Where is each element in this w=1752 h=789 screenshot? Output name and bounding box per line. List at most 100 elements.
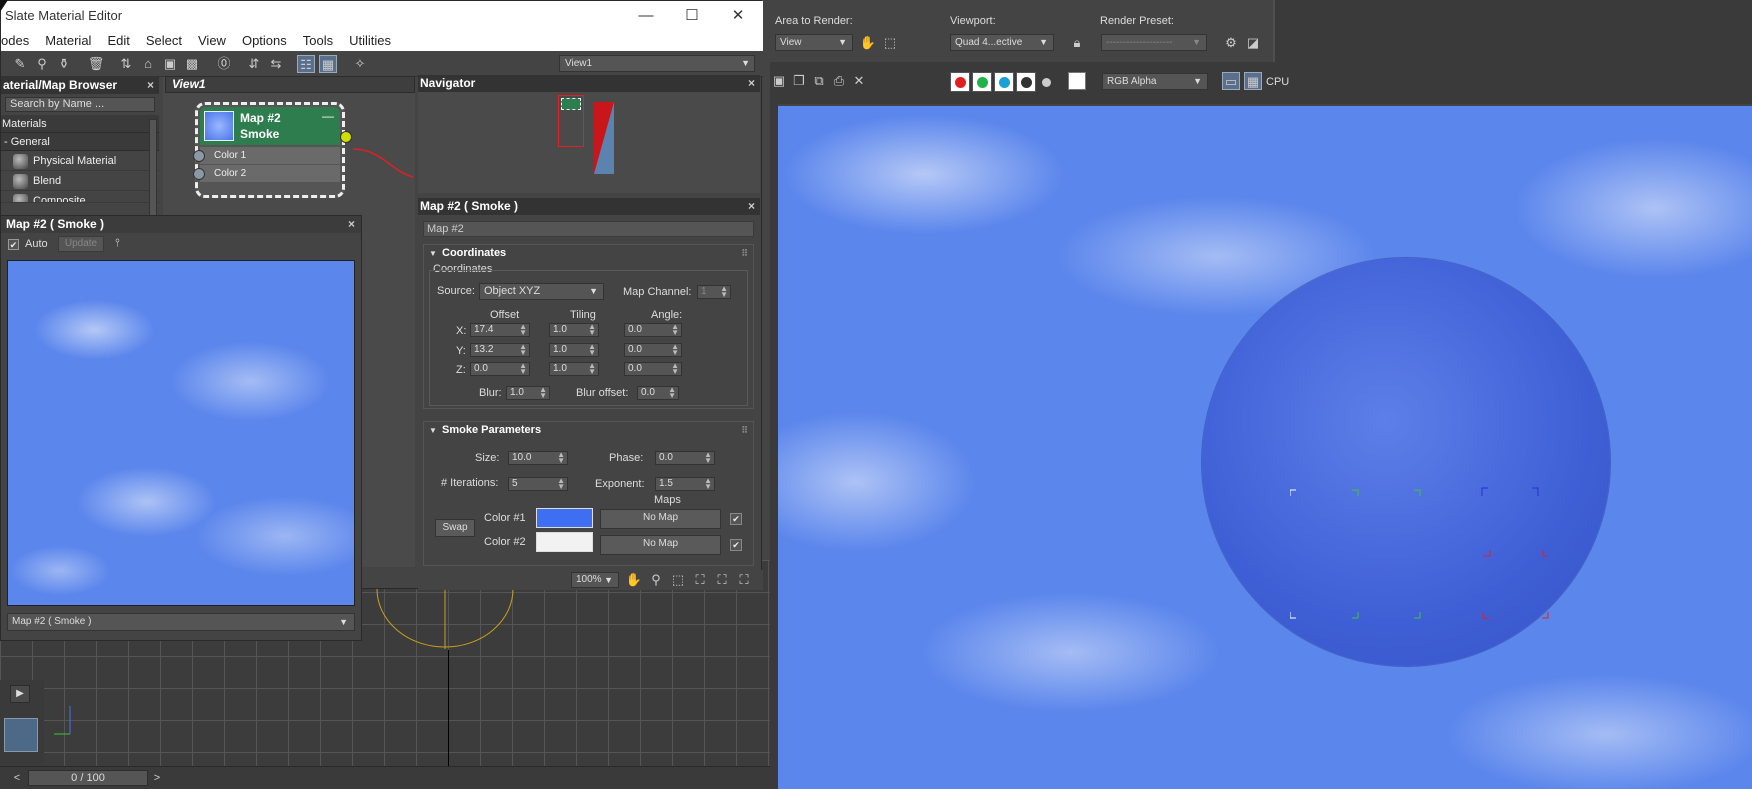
display-channel-dropdown[interactable]: RGB Alpha ▼ <box>1102 73 1208 90</box>
node-port-color1[interactable]: Color 1 <box>193 147 340 165</box>
list-item[interactable]: Composite <box>1 191 159 203</box>
copy-image-icon[interactable]: ❐ <box>790 72 808 90</box>
size-spinner[interactable]: 10.0 ▲ ▼ <box>508 451 568 465</box>
clear-icon[interactable]: ✕ <box>850 72 868 90</box>
smoke-map-node[interactable]: Map #2 Smoke — Color 1 Color 2 <box>193 102 352 198</box>
search-input[interactable]: Search by Name ... <box>5 97 155 112</box>
toggle-overlay-icon[interactable]: ▦ <box>1244 72 1262 90</box>
red-channel-toggle[interactable] <box>950 72 970 92</box>
navigator-view[interactable] <box>418 92 760 193</box>
angle-y-spinner[interactable]: 0.0 ▲ ▼ <box>624 343 682 357</box>
pin-icon[interactable]: ⫯ <box>115 237 120 250</box>
print-icon[interactable]: ⎙ <box>830 72 848 90</box>
close-button[interactable]: ✕ <box>715 5 761 27</box>
zoom-dropdown[interactable]: 100% ▼ <box>571 572 619 588</box>
put-material-icon[interactable]: ⚱ <box>55 55 73 73</box>
eyedropper-icon[interactable]: ✎ <box>11 55 29 73</box>
input-socket-icon[interactable] <box>193 168 205 180</box>
exponent-spinner[interactable]: 1.5 ▲ ▼ <box>655 477 715 491</box>
tiling-y-spinner[interactable]: 1.0 ▲ ▼ <box>549 343 599 357</box>
color2-map-button[interactable]: No Map <box>600 535 721 555</box>
zoom-extents-icon[interactable]: ⛶ <box>691 571 709 589</box>
view-dropdown[interactable]: View1 ▼ <box>559 55 755 72</box>
layout-horizontal-icon[interactable]: ⇆ <box>267 55 285 73</box>
section-materials[interactable]: Materials <box>1 115 159 133</box>
color2-swatch[interactable] <box>536 532 593 552</box>
save-image-icon[interactable]: ▣ <box>770 72 788 90</box>
render-preset-dropdown[interactable]: -------------------- ▼ <box>1101 34 1207 51</box>
render-setup-icon[interactable]: ⚙ <box>1222 34 1240 52</box>
material-id-icon[interactable]: ⓪ <box>215 55 233 73</box>
zoom-all-icon[interactable]: ⛶ <box>735 571 753 589</box>
area-to-render-dropdown[interactable]: View ▼ <box>775 34 853 51</box>
minimize-button[interactable]: — <box>623 5 669 27</box>
list-item[interactable]: Physical Material <box>1 151 159 171</box>
blur-spinner[interactable]: 1.0 ▲ ▼ <box>506 386 550 400</box>
menu-modes[interactable]: odes <box>1 31 37 51</box>
viewport-layout-icon[interactable] <box>4 718 38 752</box>
background-icon[interactable]: ▩ <box>183 55 201 73</box>
lock-icon[interactable]: 🔒︎ <box>1068 34 1086 52</box>
close-icon[interactable]: × <box>147 77 154 94</box>
menu-edit[interactable]: Edit <box>99 31 137 51</box>
list-item[interactable]: Blend <box>1 171 159 191</box>
zoom-region-icon[interactable]: ⬚ <box>669 571 687 589</box>
toggle-ui-icon[interactable]: ▭ <box>1222 72 1240 90</box>
edit-region-icon[interactable]: ✋ <box>859 34 877 52</box>
offset-z-spinner[interactable]: 0.0 ▲ ▼ <box>470 362 530 376</box>
pan-icon[interactable]: ✋ <box>625 571 643 589</box>
material-browser-icon[interactable]: ▦ <box>319 55 337 73</box>
node-port-color2[interactable]: Color 2 <box>193 165 340 183</box>
blur-offset-spinner[interactable]: 0.0 ▲ ▼ <box>637 386 679 400</box>
color-swatch-button[interactable] <box>1068 72 1086 90</box>
tiling-x-spinner[interactable]: 1.0 ▲ ▼ <box>549 323 599 337</box>
input-socket-icon[interactable] <box>193 150 205 162</box>
show-map-icon[interactable]: ▣ <box>161 55 179 73</box>
move-children-icon[interactable]: ⇅ <box>117 55 135 73</box>
update-button[interactable]: Update <box>58 236 104 252</box>
section-general[interactable]: - General <box>1 133 159 151</box>
play-icon[interactable]: ▶ <box>10 685 30 703</box>
iterations-spinner[interactable]: 5 ▲ ▼ <box>508 477 568 491</box>
menu-view[interactable]: View <box>190 31 234 51</box>
map-channel-spinner[interactable]: 1 ▲ ▼ <box>697 285 731 299</box>
offset-x-spinner[interactable]: 17.4 ▲ ▼ <box>470 323 530 337</box>
select-by-material-icon[interactable]: ✧ <box>351 55 369 73</box>
auto-checkbox[interactable]: ✔ <box>8 239 19 250</box>
menu-utilities[interactable]: Utilities <box>341 31 399 51</box>
tiling-z-spinner[interactable]: 1.0 ▲ ▼ <box>549 362 599 376</box>
timeline-prev-button[interactable]: < <box>10 770 24 786</box>
menu-options[interactable]: Options <box>234 31 295 51</box>
close-icon[interactable]: × <box>348 216 355 233</box>
color1-map-checkbox[interactable]: ✔ <box>730 513 742 525</box>
clone-frame-icon[interactable]: ⧉ <box>810 72 828 90</box>
environment-icon[interactable]: ◪ <box>1244 34 1262 52</box>
phase-spinner[interactable]: 0.0 ▲ ▼ <box>655 451 715 465</box>
browser-scrollbar[interactable] <box>149 119 157 217</box>
menu-tools[interactable]: Tools <box>295 31 341 51</box>
angle-z-spinner[interactable]: 0.0 ▲ ▼ <box>624 362 682 376</box>
node-header[interactable]: Map #2 Smoke — <box>200 107 340 145</box>
menu-material[interactable]: Material <box>37 31 99 51</box>
alpha-channel-toggle[interactable] <box>1016 72 1036 92</box>
parameter-editor-icon[interactable]: ☷ <box>297 55 315 73</box>
color1-swatch[interactable] <box>536 508 593 528</box>
tab-view1[interactable]: View1 <box>165 76 415 93</box>
mono-icon[interactable] <box>1042 78 1051 87</box>
auto-region-icon[interactable]: ⬚ <box>881 34 899 52</box>
menu-select[interactable]: Select <box>138 31 190 51</box>
offset-y-spinner[interactable]: 13.2 ▲ ▼ <box>470 343 530 357</box>
delete-icon[interactable]: 🗑 <box>87 55 105 73</box>
timeline-next-button[interactable]: > <box>150 770 164 786</box>
green-channel-toggle[interactable] <box>972 72 992 92</box>
source-dropdown[interactable]: Object XYZ ▼ <box>479 283 604 300</box>
pick-material-icon[interactable]: ⚲ <box>33 55 51 73</box>
blue-channel-toggle[interactable] <box>994 72 1014 92</box>
preview-map-dropdown[interactable]: Map #2 ( Smoke ) ▼ <box>7 613 355 631</box>
hide-unused-icon[interactable]: ⌂ <box>139 55 157 73</box>
map-name-field[interactable]: Map #2 <box>423 221 754 237</box>
zoom-icon[interactable]: ⚲ <box>647 571 665 589</box>
swap-button[interactable]: Swap <box>435 519 475 537</box>
viewport-dropdown[interactable]: Quad 4...ective ▼ <box>950 34 1054 51</box>
close-icon[interactable]: × <box>748 75 755 92</box>
